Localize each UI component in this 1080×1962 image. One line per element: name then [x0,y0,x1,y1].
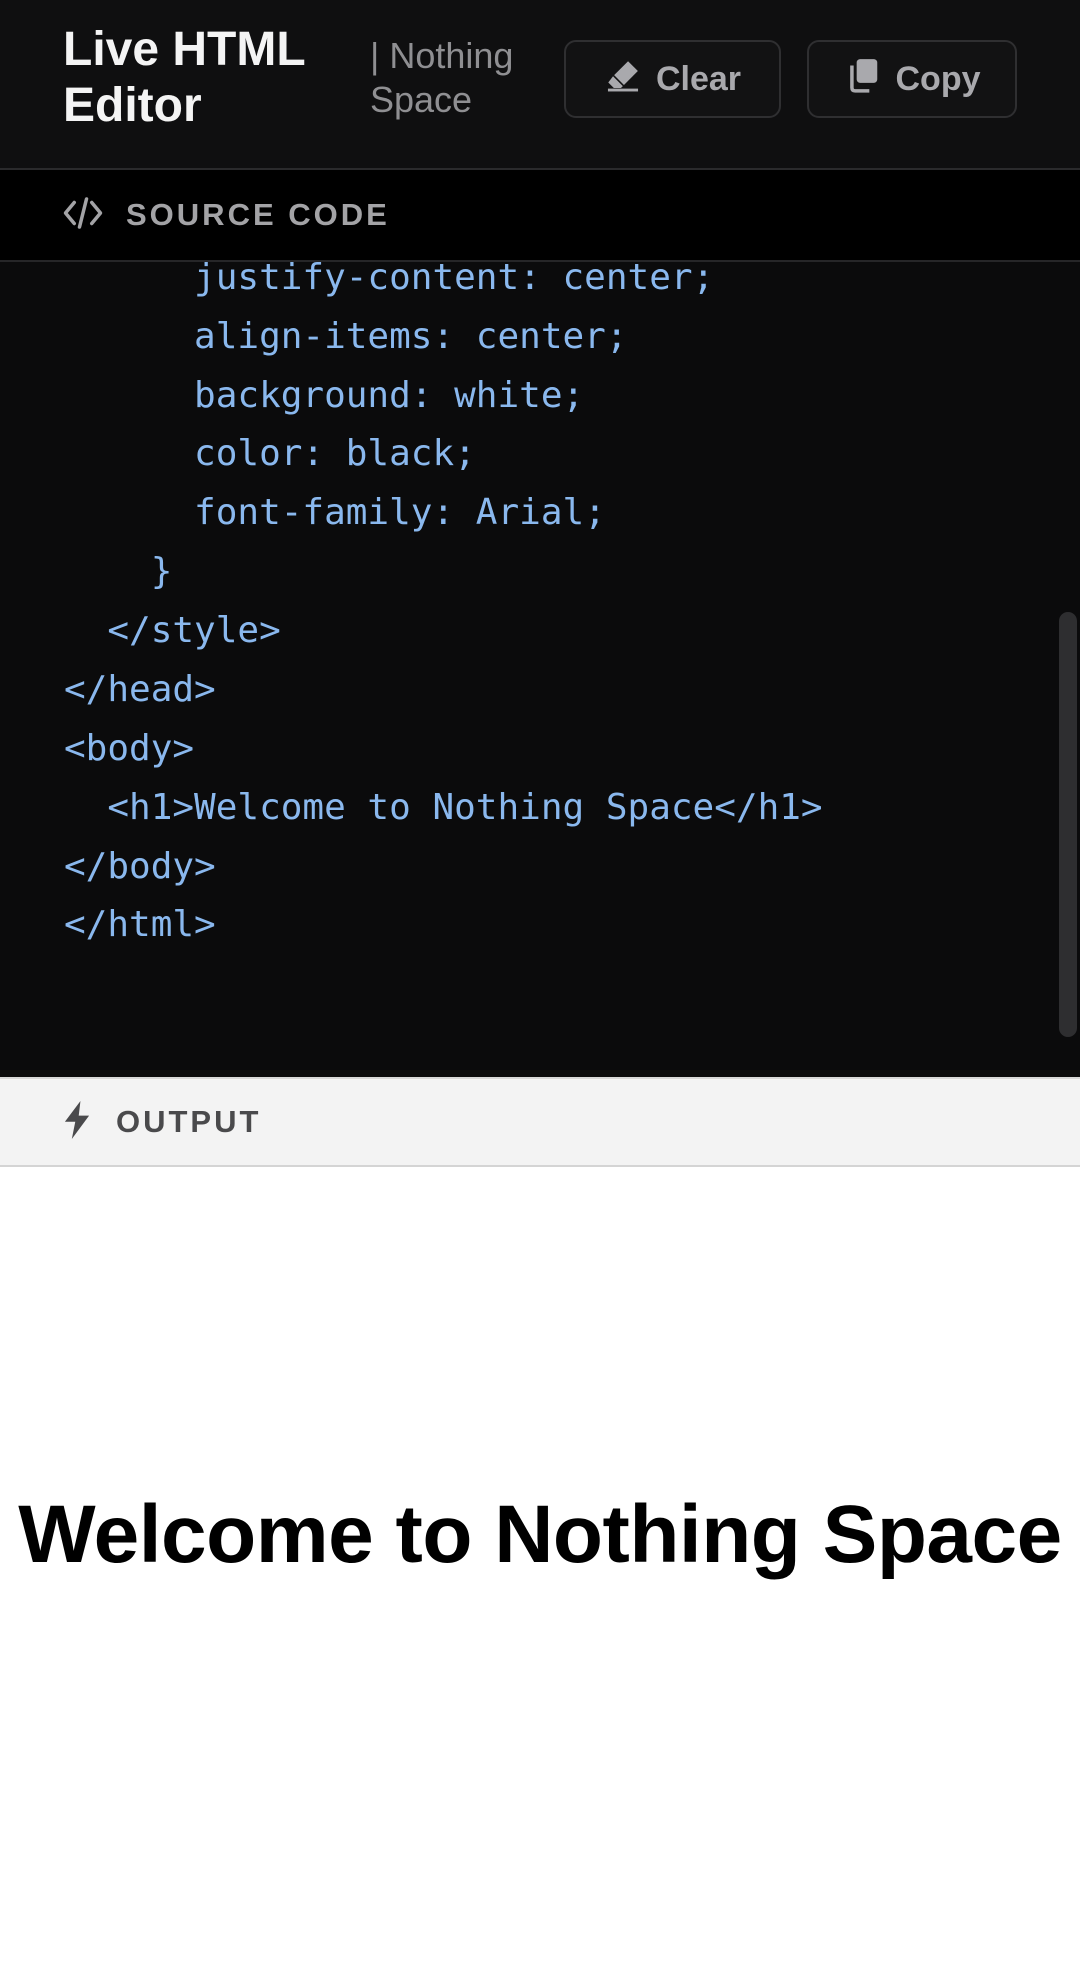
code-line: </body> [64,846,216,887]
app-subtitle: | Nothing Space [370,35,514,120]
code-line: background: white; [64,375,585,416]
app-header: Live HTML Editor | Nothing Space Clear C… [0,0,1080,170]
bolt-icon [0,1100,92,1144]
code-line: justify-content: center; [64,262,715,298]
code-line: font-family: Arial; [64,492,606,533]
code-editor[interactable]: justify-content: center; align-items: ce… [0,262,1080,1077]
code-scrollbar[interactable] [1058,262,1080,1077]
code-line: color: black; [64,433,476,474]
output-bar: OUTPUT [0,1077,1080,1167]
eraser-icon [604,56,642,103]
output-preview: Welcome to Nothing Space [0,1167,1080,1962]
code-icon [0,192,104,239]
preview-heading: Welcome to Nothing Space [18,1488,1062,1580]
scrollbar-thumb[interactable] [1059,612,1077,1037]
output-label: OUTPUT [116,1104,262,1139]
clear-button[interactable]: Clear [564,40,781,118]
clear-button-label: Clear [655,59,742,98]
code-line: } [64,551,173,592]
code-line: <body> [64,728,195,769]
code-line: </style> [64,610,281,651]
copy-button[interactable]: Copy [807,40,1017,118]
app-title: Live HTML Editor [63,23,305,132]
copy-icon [844,56,882,103]
code-line: <h1>Welcome to Nothing Space</h1> [64,787,823,828]
source-code-bar: SOURCE CODE [0,170,1080,262]
code-line: </html> [64,904,216,945]
code-line: align-items: center; [64,316,628,357]
source-code-label: SOURCE CODE [126,197,390,232]
copy-button-label: Copy [895,59,981,98]
code-line: </head> [64,669,216,710]
